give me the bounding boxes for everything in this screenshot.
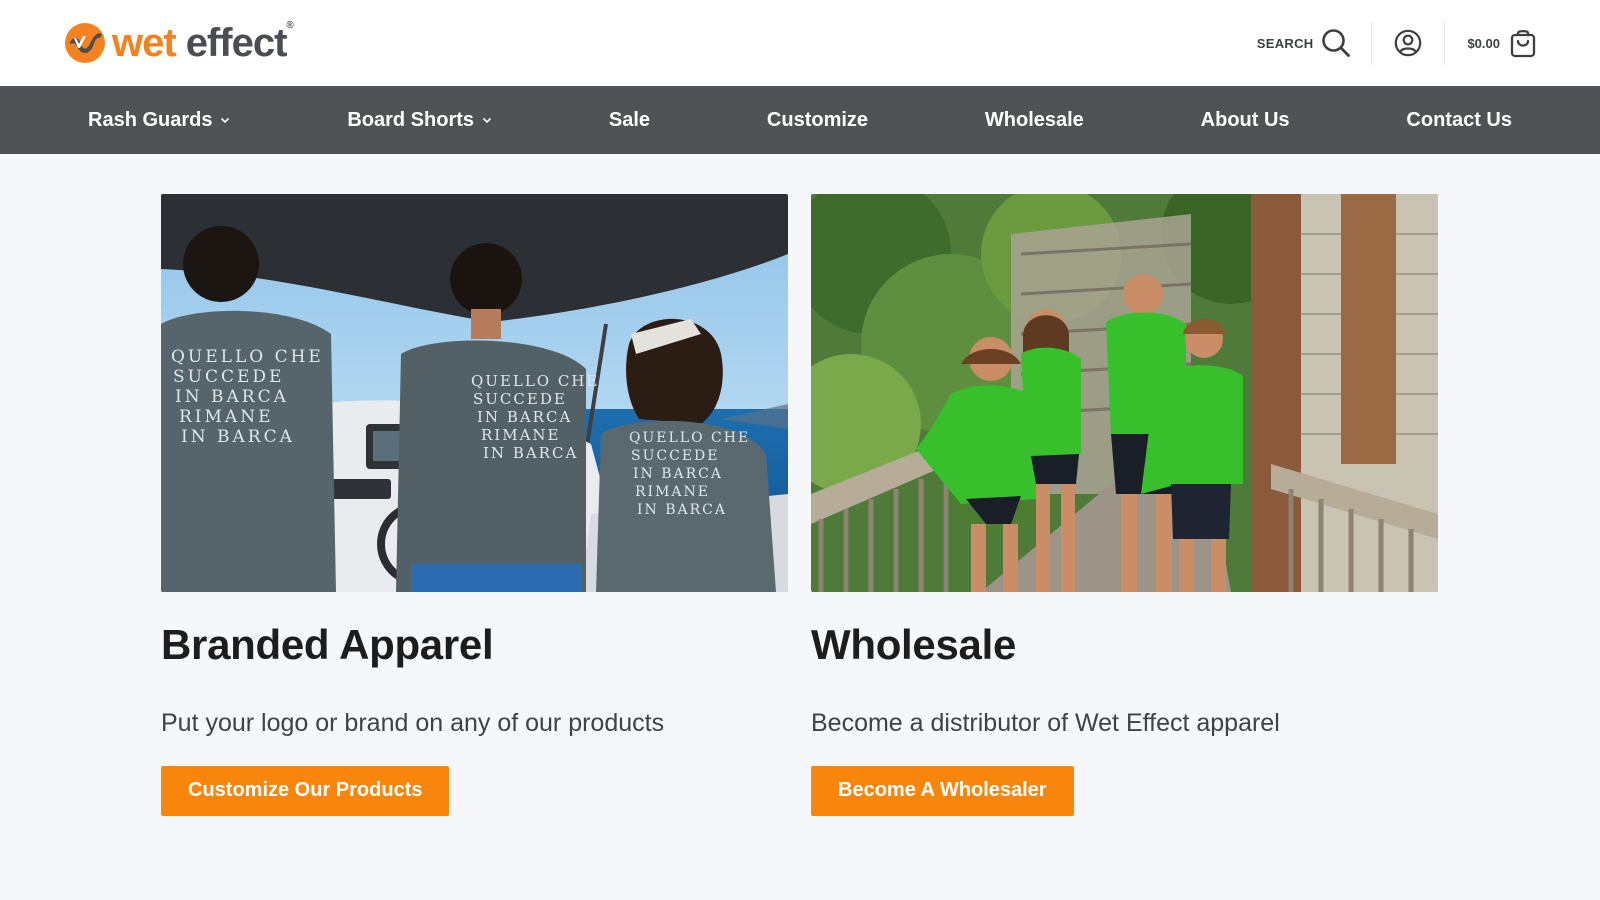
svg-text:QUELLO CHE: QUELLO CHE — [171, 347, 324, 367]
nav-item-customize[interactable]: Customize — [749, 109, 886, 132]
svg-text:SUCCEDE: SUCCEDE — [173, 367, 284, 387]
svg-text:QUELLO CHE: QUELLO CHE — [471, 372, 599, 390]
svg-text:SUCCEDE: SUCCEDE — [631, 448, 719, 464]
logo-wordmark: wet effect® — [112, 20, 294, 65]
wholesale-card: Wholesale Become a distributor of Wet Ef… — [811, 194, 1438, 817]
registered-mark: ® — [286, 20, 293, 31]
search-label: SEARCH — [1256, 35, 1314, 51]
svg-text:IN BARCA: IN BARCA — [181, 427, 295, 447]
wave-logo-icon — [65, 23, 105, 63]
nav-item-contact-us[interactable]: Contact Us — [1388, 109, 1530, 132]
nav-item-about-us[interactable]: About Us — [1183, 109, 1308, 132]
logo-word-wet: wet — [112, 21, 177, 65]
card-title: Wholesale — [811, 621, 1017, 668]
nav-item-label: Sale — [608, 108, 651, 131]
nav-item-label: Contact Us — [1406, 108, 1512, 131]
cart-total: $0.00 — [1467, 35, 1500, 51]
main-nav: Rash Guards Board Shorts Sale Customize … — [0, 86, 1600, 154]
account-icon — [1395, 29, 1422, 57]
card-description: Put your logo or brand on any of our pro… — [161, 709, 665, 738]
nav-item-label: Board Shorts — [347, 108, 475, 131]
svg-text:IN BARCA: IN BARCA — [637, 502, 727, 518]
nav-item-rash-guards[interactable]: Rash Guards — [70, 109, 248, 132]
logo-word-effect: effect — [185, 21, 288, 65]
svg-text:IN BARCA: IN BARCA — [477, 408, 572, 426]
card-title: Branded Apparel — [161, 621, 494, 668]
cart-icon — [1510, 29, 1536, 58]
svg-text:QUELLO CHE: QUELLO CHE — [629, 430, 750, 446]
svg-text:IN BARCA: IN BARCA — [175, 387, 289, 407]
branded-apparel-card: QUELLO CHE SUCCEDE IN BARCA RIMANE IN BA… — [161, 194, 788, 817]
nav-item-label: About Us — [1200, 108, 1290, 131]
svg-text:RIMANE: RIMANE — [179, 407, 273, 427]
nav-item-wholesale[interactable]: Wholesale — [967, 109, 1102, 132]
svg-text:SUCCEDE: SUCCEDE — [473, 390, 567, 408]
become-wholesaler-button[interactable]: Become A Wholesaler — [811, 766, 1074, 817]
boat-crew-photo[interactable]: QUELLO CHE SUCCEDE IN BARCA RIMANE IN BA… — [161, 194, 788, 592]
nav-item-label: Wholesale — [984, 108, 1084, 131]
customize-products-button[interactable]: Customize Our Products — [161, 766, 450, 817]
svg-text:RIMANE: RIMANE — [481, 426, 561, 444]
search-icon — [1322, 29, 1351, 57]
svg-text:IN BARCA: IN BARCA — [633, 466, 723, 482]
nav-item-sale[interactable]: Sale — [591, 109, 668, 132]
chevron-down-icon — [482, 117, 492, 124]
svg-text:IN BARCA: IN BARCA — [483, 444, 578, 462]
account-button[interactable] — [1372, 29, 1444, 57]
search-button[interactable]: SEARCH — [1257, 28, 1372, 58]
nav-item-label: Customize — [766, 108, 869, 131]
chevron-down-icon — [221, 117, 230, 124]
card-description: Become a distributor of Wet Effect appar… — [811, 709, 1280, 738]
family-boardwalk-photo[interactable] — [811, 194, 1438, 592]
nav-item-label: Rash Guards — [88, 108, 213, 131]
promo-cards: QUELLO CHE SUCCEDE IN BARCA RIMANE IN BA… — [0, 154, 1600, 817]
site-header: wet effect® SEARCH $0.00 — [0, 0, 1600, 86]
header-actions: SEARCH $0.00 — [1257, 0, 1536, 86]
site-logo[interactable]: wet effect® — [64, 20, 294, 65]
cart-button[interactable]: $0.00 — [1445, 28, 1536, 58]
nav-item-board-shorts[interactable]: Board Shorts — [329, 109, 510, 132]
svg-text:RIMANE: RIMANE — [635, 484, 710, 500]
